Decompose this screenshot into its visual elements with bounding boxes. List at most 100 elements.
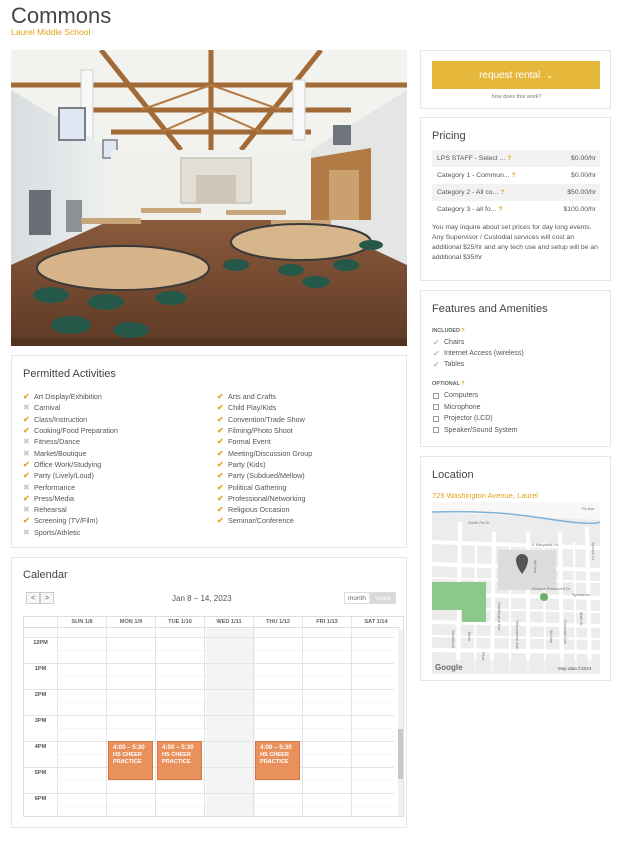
permitted-activities-title: Permitted Activities xyxy=(23,368,116,380)
cross-icon: ✖ xyxy=(23,482,30,492)
feature-label: Internet Access (wireless) xyxy=(444,350,524,357)
activity-item: ✔ Party (Lively/Loud) xyxy=(23,470,118,481)
checkmark-icon: ✔ xyxy=(217,414,224,424)
checkmark-icon: ✔ xyxy=(217,459,224,469)
calendar-card: Calendar < > Jan 8 – 14, 2023 month week… xyxy=(11,557,407,828)
feature-label: Projector (LCD) xyxy=(444,415,493,422)
checkmark-icon: ✔ xyxy=(217,516,224,526)
day-column-header: SUN 1/8 xyxy=(57,617,106,628)
optional-label-text: OPTIONAL xyxy=(432,381,460,387)
checkmark-icon: ✔ xyxy=(217,493,224,503)
activity-item: ✔ Filming/Photo Shoot xyxy=(217,425,312,436)
calendar-scroll-thumb[interactable] xyxy=(398,729,403,779)
cafeteria-photo-image xyxy=(11,50,407,346)
map-street-label: Eleanor Roosevelt Dr xyxy=(532,586,571,591)
help-icon[interactable]: ? xyxy=(498,206,502,213)
checkmark-icon: ✔ xyxy=(23,471,30,481)
feature-label: Chairs xyxy=(444,339,465,346)
next-week-button[interactable]: > xyxy=(40,592,54,604)
activity-item: ✔ Meeting/Discussion Group xyxy=(217,447,312,458)
month-view-button[interactable]: month xyxy=(344,592,370,604)
calendar-event[interactable]: 4:00 – 5:30 HS CHEER PRACTICE xyxy=(108,741,153,780)
price-category: Category 2 - All co...? xyxy=(437,189,504,196)
help-icon[interactable]: ? xyxy=(507,155,511,162)
feature-label: Tables xyxy=(444,361,465,368)
day-column-header: SAT 1/14 xyxy=(351,617,400,628)
venue-school-link[interactable]: Laurel Middle School xyxy=(11,27,90,37)
checkmark-icon: ✔ xyxy=(217,437,224,447)
map-street-label: Spruce Ln xyxy=(591,542,596,560)
day-column-header: WED 1/11 xyxy=(204,617,253,628)
location-title: Location xyxy=(432,469,474,481)
event-time: 4:00 – 5:30 xyxy=(260,744,292,751)
calendar-event[interactable]: 4:00 – 5:30 HS CHEER PRACTICE xyxy=(255,741,300,780)
location-map[interactable]: Smith Pa Dr E Maryland Ln Eleanor Roosev… xyxy=(431,502,601,675)
activity-label: Class/Instruction xyxy=(34,414,88,424)
checkmark-icon: ✔ xyxy=(433,349,440,358)
half-hour-line xyxy=(57,676,394,677)
feature-label: Computers xyxy=(444,392,479,399)
hour-label: 12PM xyxy=(33,640,48,646)
calendar-date-range: Jan 8 – 14, 2023 xyxy=(172,594,232,603)
how-does-this-work-link[interactable]: how does this work? xyxy=(421,94,612,100)
price-value: $0.00/hr xyxy=(571,155,596,162)
help-icon[interactable]: ? xyxy=(500,189,504,196)
hour-line xyxy=(24,715,394,716)
price-value: $100.00/hr xyxy=(563,206,596,213)
activity-item: ✔ Seminar/Conference xyxy=(217,515,312,526)
included-feature: ✔ Internet Access (wireless) xyxy=(433,349,524,358)
checkmark-icon: ✔ xyxy=(217,482,224,492)
activity-label: Carnival xyxy=(34,403,61,413)
request-rental-button[interactable]: request rental ⌄ xyxy=(432,61,600,89)
day-column-line xyxy=(204,617,205,816)
activity-label: Filming/Photo Shoot xyxy=(228,426,293,436)
location-card: Location 725 Washington Avenue, Laurel S… xyxy=(420,456,611,681)
help-icon[interactable]: ? xyxy=(461,328,464,334)
price-row: Category 1 - Commun...? $0.00/hr xyxy=(432,167,600,184)
calendar-week-grid[interactable]: SUN 1/8 MON 1/9 TUE 1/10 WED 1/11 THU 1/12 FR… xyxy=(23,616,404,817)
map-street-label: Birch xyxy=(467,632,472,641)
calendar-event[interactable]: 4:00 – 5:30 HS CHEER PRACTICE xyxy=(157,741,202,780)
optional-feature: Microphone xyxy=(433,404,481,411)
event-title: HS CHEER PRACTICE xyxy=(162,751,191,765)
day-column-line xyxy=(302,617,303,816)
hour-label: 6PM xyxy=(34,796,47,802)
activity-label: Child Play/Kids xyxy=(228,403,277,413)
request-rental-card: request rental ⌄ how does this work? xyxy=(420,50,611,109)
hour-label: 5PM xyxy=(34,770,47,776)
activity-item: ✔ Screening (TV/Film) xyxy=(23,515,118,526)
event-title: HS CHEER PRACTICE xyxy=(113,751,142,765)
price-category: Category 1 - Commun...? xyxy=(437,172,516,179)
checkmark-icon: ✔ xyxy=(217,471,224,481)
prev-week-button[interactable]: < xyxy=(26,592,40,604)
map-street-label: E Maryland Ln xyxy=(532,542,558,547)
help-icon[interactable]: ? xyxy=(461,381,464,387)
map-street-label: Fir Ave xyxy=(582,506,595,511)
checkmark-icon: ✔ xyxy=(23,414,30,424)
activity-item: ✔ Professional/Networking xyxy=(217,493,312,504)
calendar-title: Calendar xyxy=(23,569,68,581)
week-view-button[interactable]: week xyxy=(370,592,396,604)
optional-feature: Projector (LCD) xyxy=(433,415,493,422)
activity-label: Performance xyxy=(34,482,76,492)
map-street-label: Washington Ave xyxy=(497,602,502,631)
calendar-scrollbar[interactable] xyxy=(398,629,403,816)
checkmark-icon: ✔ xyxy=(23,426,30,436)
activity-item: ✖ Performance xyxy=(23,481,118,492)
activity-label: Convention/Trade Show xyxy=(228,414,305,424)
checkmark-icon: ✔ xyxy=(23,392,30,402)
activity-label: Market/Boutique xyxy=(34,448,87,458)
activity-item: ✖ Sports/Athletic xyxy=(23,527,118,538)
hour-line xyxy=(24,663,394,664)
optional-label: OPTIONAL ? xyxy=(432,381,465,387)
activity-item: ✔ Art Display/Exhibition xyxy=(23,391,118,402)
venue-photo[interactable] xyxy=(11,50,407,346)
activity-item: ✔ Arts and Crafts xyxy=(217,391,312,402)
activity-label: Press/Media xyxy=(34,493,74,503)
activity-item: ✔ Press/Media xyxy=(23,493,118,504)
activity-item: ✔ Cooking/Food Preparation xyxy=(23,425,118,436)
address-link[interactable]: 725 Washington Avenue, Laurel xyxy=(432,491,538,500)
cross-icon: ✖ xyxy=(23,505,30,515)
activity-item: ✖ Fitness/Dance xyxy=(23,436,118,447)
help-icon[interactable]: ? xyxy=(512,172,516,179)
